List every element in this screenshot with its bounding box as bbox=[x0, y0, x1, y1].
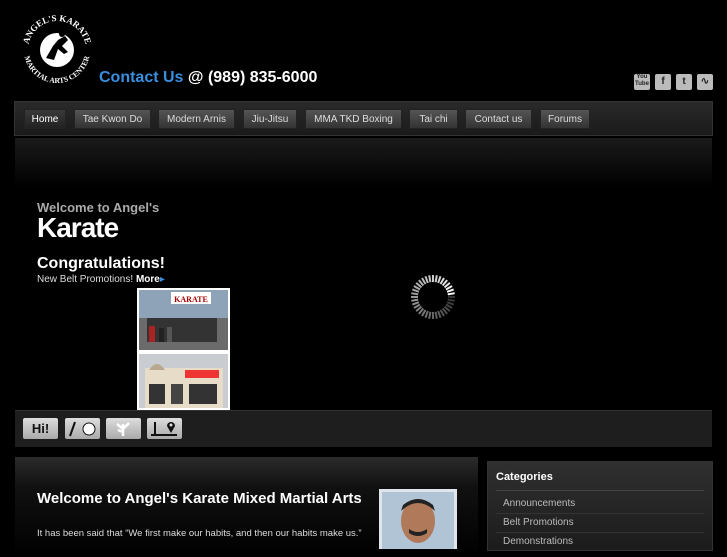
rss-icon[interactable]: ∿ bbox=[697, 74, 713, 90]
nav-modern-arnis[interactable]: Modern Arnis bbox=[158, 109, 235, 129]
spinner-spoke bbox=[437, 275, 442, 284]
facebook-icon[interactable]: f bbox=[655, 74, 671, 90]
spinner-spoke bbox=[424, 310, 429, 319]
spinner-spoke bbox=[434, 275, 438, 283]
spinner-spoke bbox=[446, 288, 455, 293]
category-link[interactable]: Demonstrations bbox=[503, 536, 573, 547]
nav-tai-chi[interactable]: Tai chi bbox=[409, 109, 458, 129]
hero-welcome-big: Karate bbox=[37, 212, 119, 243]
promo-text: New Belt Promotions! bbox=[37, 274, 136, 285]
promo-more-link[interactable]: More bbox=[136, 274, 160, 285]
spinner-spoke bbox=[447, 298, 455, 302]
hero-promo: New Belt Promotions! More▸ bbox=[37, 274, 165, 285]
map-pin-icon[interactable] bbox=[147, 418, 182, 439]
loading-spinner-icon bbox=[411, 275, 455, 319]
nav-jiu-jitsu[interactable]: Jiu-Jitsu bbox=[243, 109, 297, 129]
hi-icon-label: Hi! bbox=[31, 421, 50, 436]
hi-icon[interactable]: Hi! bbox=[23, 418, 58, 439]
spinner-spoke bbox=[411, 288, 420, 293]
spinner-spoke bbox=[411, 292, 419, 296]
spinner-spoke bbox=[446, 301, 455, 306]
storefront-image: KARATE bbox=[139, 290, 228, 408]
nav-tae-kwon-do[interactable]: Tae Kwon Do bbox=[74, 109, 151, 129]
contact-us-link[interactable]: Contact Us bbox=[99, 69, 183, 86]
categories-divider bbox=[496, 490, 704, 491]
nav-forums[interactable]: Forums bbox=[540, 109, 590, 129]
category-link[interactable]: Belt Promotions bbox=[503, 517, 574, 528]
spinner-spoke bbox=[411, 298, 419, 302]
spinner-spoke bbox=[411, 301, 420, 306]
content-title: Welcome to Angel's Karate Mixed Martial … bbox=[37, 490, 362, 507]
site-logo[interactable]: ANGEL'S KARATE MARTIAL ARTS CENTER bbox=[18, 10, 96, 90]
spinner-spoke bbox=[434, 311, 438, 319]
youtube-icon[interactable]: You Tube bbox=[634, 74, 650, 90]
ball-icon[interactable] bbox=[65, 418, 100, 439]
sign-text: KARATE bbox=[174, 295, 208, 304]
nav-contact-us[interactable]: Contact us bbox=[465, 109, 532, 129]
nav-home[interactable]: Home bbox=[24, 109, 66, 129]
instructor-photo bbox=[379, 489, 457, 549]
contact-phone: @ (989) 835-6000 bbox=[183, 69, 318, 86]
nav-mma-tkd-boxing[interactable]: MMA TKD Boxing bbox=[305, 109, 402, 129]
category-divider bbox=[496, 532, 704, 533]
twitter-icon[interactable]: t bbox=[676, 74, 692, 90]
spinner-spoke bbox=[424, 275, 429, 284]
promo-photo[interactable]: KARATE bbox=[137, 288, 230, 410]
content-quote: It has been said that “We first make our… bbox=[37, 528, 362, 539]
chevron-right-icon: ▸ bbox=[159, 274, 165, 285]
category-link[interactable]: Announcements bbox=[503, 498, 575, 509]
category-divider bbox=[496, 513, 704, 514]
spinner-spoke bbox=[428, 275, 432, 283]
spinner-spoke bbox=[437, 310, 442, 319]
contact-line: Contact Us @ (989) 835-6000 bbox=[99, 69, 317, 87]
spinner-spoke bbox=[428, 311, 432, 319]
hero-congrats-heading: Congratulations! bbox=[37, 255, 165, 272]
leaf-icon[interactable] bbox=[106, 418, 141, 439]
categories-title: Categories bbox=[496, 471, 553, 483]
spinner-spoke bbox=[447, 292, 455, 296]
